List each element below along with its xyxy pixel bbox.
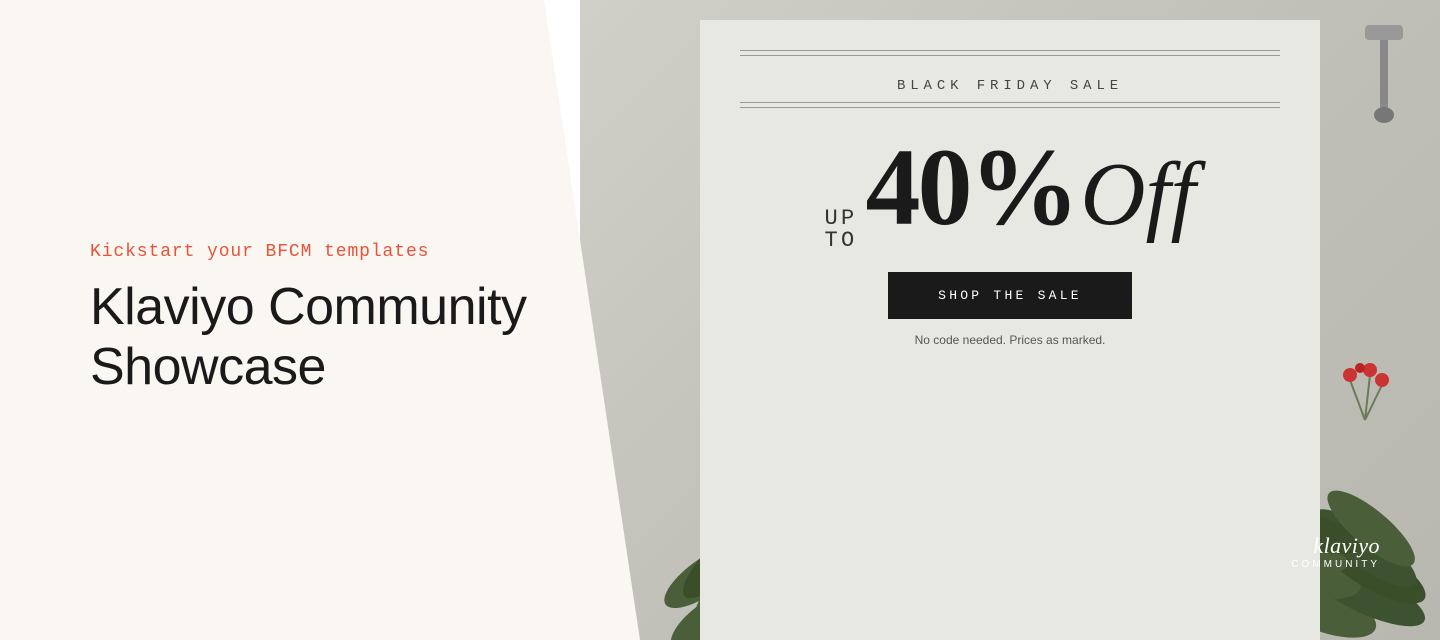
tool-decoration [1345,20,1425,140]
right-panel: BLACK FRIDAY SALE UP TO 40% Off SHOP THE… [580,0,1440,640]
discount-block: UP TO 40% Off [824,132,1195,252]
title-line1: Klaviyo Community [90,278,527,336]
email-top-lines [740,50,1280,60]
klaviyo-brand-name: klaviyo [1291,533,1380,559]
off-text: Off [1081,150,1196,240]
bottom-line-1 [740,102,1280,103]
subtitle-text: Kickstart your BFCM templates [90,242,550,262]
email-mockup: BLACK FRIDAY SALE UP TO 40% Off SHOP THE… [700,20,1320,640]
top-line-1 [740,50,1280,51]
klaviyo-logo: klaviyo COMMUNITY [1291,533,1380,570]
fine-print-text: No code needed. Prices as marked. [915,333,1106,347]
page-container: Kickstart your BFCM templates Klaviyo Co… [0,0,1440,640]
shop-cta-button[interactable]: SHOP THE SALE [888,272,1132,319]
title-line2: Showcase [90,338,326,396]
berry-decoration [1340,360,1390,430]
left-panel: Kickstart your BFCM templates Klaviyo Co… [0,0,640,640]
bottom-line-2 [740,107,1280,108]
main-title: Klaviyo Community Showcase [90,278,550,398]
top-line-2 [740,55,1280,56]
klaviyo-community-label: COMMUNITY [1291,559,1380,570]
to-text: TO [824,230,857,252]
up-text: UP [824,208,857,230]
email-bottom-lines [740,102,1280,112]
up-to-label: UP TO [824,208,857,252]
email-heading: BLACK FRIDAY SALE [897,78,1123,94]
discount-percentage: 40% [866,132,1077,242]
